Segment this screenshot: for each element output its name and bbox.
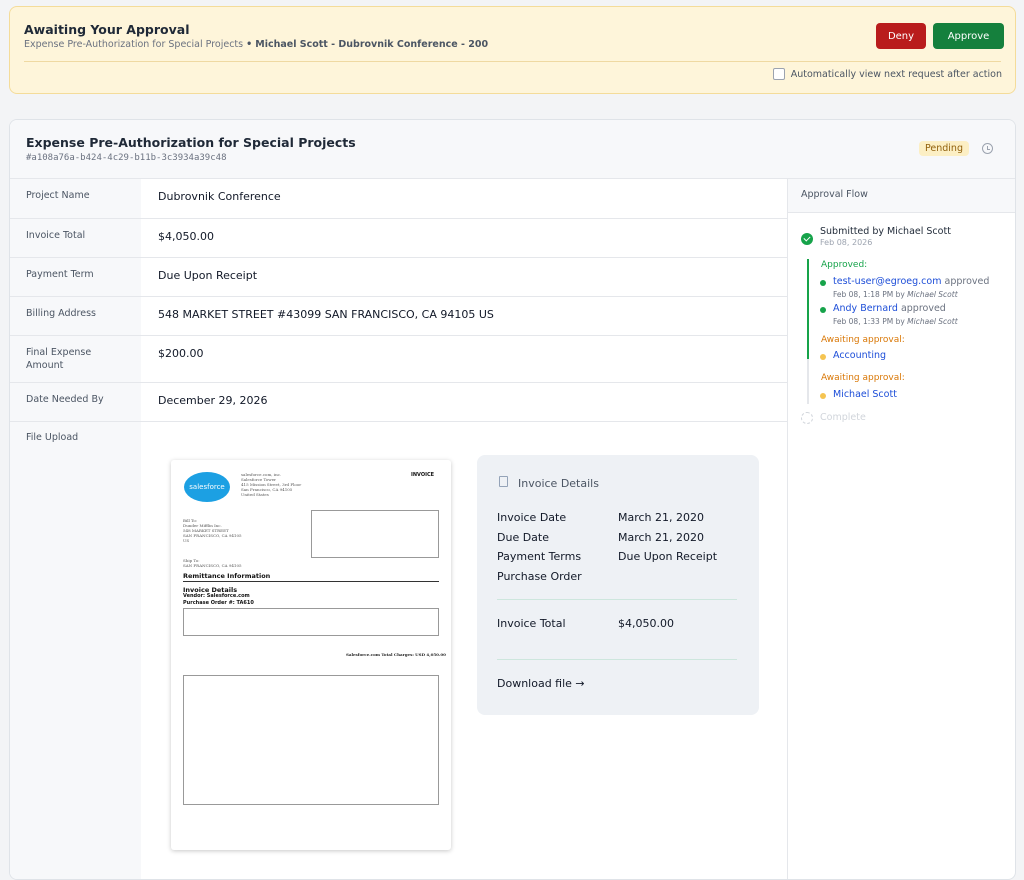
approver-action: approved <box>900 303 946 314</box>
request-card: Expense Pre-Authorization for Special Pr… <box>9 119 1016 880</box>
details-divider <box>497 659 737 660</box>
clock-icon[interactable] <box>982 143 993 154</box>
complete-icon <box>801 412 813 424</box>
banner-subtitle: Expense Pre-Authorization for Special Pr… <box>24 39 488 50</box>
field-value: $200.00 <box>158 347 204 360</box>
request-id: #a108a76a-b424-4c29-b11b-3c3934a39c48 <box>26 153 227 163</box>
detail-key: Due Date <box>497 531 549 544</box>
doc-total-line: Salesforce.com Total Charges: USD 4,050.… <box>346 652 446 657</box>
salesforce-logo: salesforce <box>184 472 230 502</box>
deny-button[interactable]: Deny <box>876 23 926 49</box>
approval-flow-title: Approval Flow <box>788 179 1015 213</box>
approver-meta-by: Michael Scott <box>907 290 958 299</box>
submitted-date: Feb 08, 2026 <box>820 238 873 247</box>
doc-rule <box>183 581 439 582</box>
banner-subtitle-bullet: • <box>246 39 253 50</box>
awaiting-approver[interactable]: Accounting <box>833 350 886 361</box>
doc-remittance: Remittance Information <box>183 572 271 580</box>
detail-key: Purchase Order <box>497 570 582 583</box>
doc-notes-box <box>183 675 439 805</box>
field-label: Invoice Total <box>10 219 141 257</box>
approver-name[interactable]: test-user@egroeg.com <box>833 276 941 287</box>
approver-action: approved <box>944 276 990 287</box>
approved-label: Approved: <box>821 260 868 270</box>
awaiting-approver[interactable]: Michael Scott <box>833 389 897 400</box>
auto-next-checkbox[interactable] <box>772 68 785 80</box>
detail-value: Due Upon Receipt <box>618 550 718 563</box>
approved-dot <box>820 280 826 286</box>
details-divider <box>497 599 737 600</box>
card-header: Expense Pre-Authorization for Special Pr… <box>10 120 1015 179</box>
pending-dot <box>820 354 826 360</box>
status-badge: Pending <box>919 141 969 156</box>
field-row-final-expense: Final Expense Amount $200.00 <box>10 336 787 383</box>
submitted-by: Submitted by Michael Scott <box>820 226 951 237</box>
banner-subtitle-request: Michael Scott - Dubrovnik Conference - 2… <box>255 39 489 50</box>
auto-next-option[interactable]: Automatically view next request after ac… <box>772 68 1002 80</box>
awaiting-label: Awaiting approval: <box>821 373 905 383</box>
detail-key: Payment Terms <box>497 550 582 563</box>
invoice-details-title: Invoice Details <box>518 477 599 490</box>
doc-line-items <box>183 608 439 636</box>
pending-dot <box>820 393 826 399</box>
approve-button[interactable]: Approve <box>933 23 1004 49</box>
field-label-file-upload: File Upload <box>10 422 141 879</box>
field-row-date-needed: Date Needed By December 29, 2026 <box>10 383 787 422</box>
detail-value: March 21, 2020 <box>618 531 705 544</box>
invoice-details-panel: Invoice Details Invoice Date March 21, 2… <box>477 455 759 715</box>
approver-entry: test-user@egroeg.com approved <box>833 276 989 287</box>
complete-label: Complete <box>820 412 866 423</box>
total-value: $4,050.00 <box>618 617 674 630</box>
field-value: December 29, 2026 <box>158 394 268 407</box>
doc-po: Purchase Order #: TA610 <box>183 600 254 606</box>
check-circle-icon <box>801 233 813 245</box>
field-label: Payment Term <box>10 258 141 296</box>
field-row-project-name: Project Name Dubrovnik Conference <box>10 179 787 219</box>
detail-key: Invoice Date <box>497 511 567 524</box>
download-file-link[interactable]: Download file → <box>497 677 585 690</box>
doc-vendor: Vendor: Salesforce.com <box>183 593 250 599</box>
field-label: Date Needed By <box>10 383 141 421</box>
field-value: Due Upon Receipt <box>158 269 258 282</box>
doc-text: Ship To: SAN FRANCISCO, CA 94105 <box>183 558 242 568</box>
doc-summary-box <box>311 510 439 558</box>
field-value: 548 MARKET STREET #43099 SAN FRANCISCO, … <box>158 308 494 321</box>
awaiting-label: Awaiting approval: <box>821 335 905 345</box>
doc-text: salesforce.com, inc. Salesforce Tower 415 … <box>241 472 302 497</box>
total-key: Invoice Total <box>497 617 566 630</box>
approver-meta-text: Feb 08, 1:18 PM by <box>833 290 905 299</box>
approved-dot <box>820 307 826 313</box>
approver-meta: Feb 08, 1:18 PM by Michael Scott <box>833 290 958 299</box>
approver-entry: Andy Bernard approved <box>833 303 946 314</box>
doc-invoice-word: INVOICE <box>411 472 435 478</box>
field-row-billing-address: Billing Address 548 MARKET STREET #43099… <box>10 297 787 336</box>
approver-meta-text: Feb 08, 1:33 PM by <box>833 317 905 326</box>
doc-text: Bill To: Dunder Mifflin Inc. 548 MARKET ST… <box>183 518 242 543</box>
auto-next-label: Automatically view next request after ac… <box>790 68 1002 80</box>
banner-subtitle-form: Expense Pre-Authorization for Special Pr… <box>24 39 244 50</box>
approver-meta: Feb 08, 1:33 PM by Michael Scott <box>833 317 958 326</box>
field-label: Project Name <box>10 179 141 218</box>
document-icon <box>499 476 508 487</box>
approved-line <box>807 259 809 359</box>
detail-value: March 21, 2020 <box>618 511 705 524</box>
invoice-document-preview[interactable]: salesforce salesforce.com, inc. Salesforc… <box>171 460 451 850</box>
field-label: Final Expense Amount <box>10 336 141 382</box>
approver-meta-by: Michael Scott <box>907 317 958 326</box>
banner-divider <box>24 61 1001 62</box>
field-row-invoice-total: Invoice Total $4,050.00 <box>10 219 787 258</box>
pending-line <box>807 359 809 404</box>
approval-banner: Awaiting Your Approval Expense Pre-Autho… <box>9 6 1016 94</box>
card-title: Expense Pre-Authorization for Special Pr… <box>26 135 356 150</box>
approver-name[interactable]: Andy Bernard <box>833 303 898 314</box>
field-row-payment-term: Payment Term Due Upon Receipt <box>10 258 787 297</box>
field-value: $4,050.00 <box>158 230 214 243</box>
field-value: Dubrovnik Conference <box>158 190 281 203</box>
field-label: Billing Address <box>10 297 141 335</box>
approval-flow-panel: Approval Flow Submitted by Michael Scott… <box>787 179 1015 879</box>
banner-title: Awaiting Your Approval <box>24 22 190 37</box>
